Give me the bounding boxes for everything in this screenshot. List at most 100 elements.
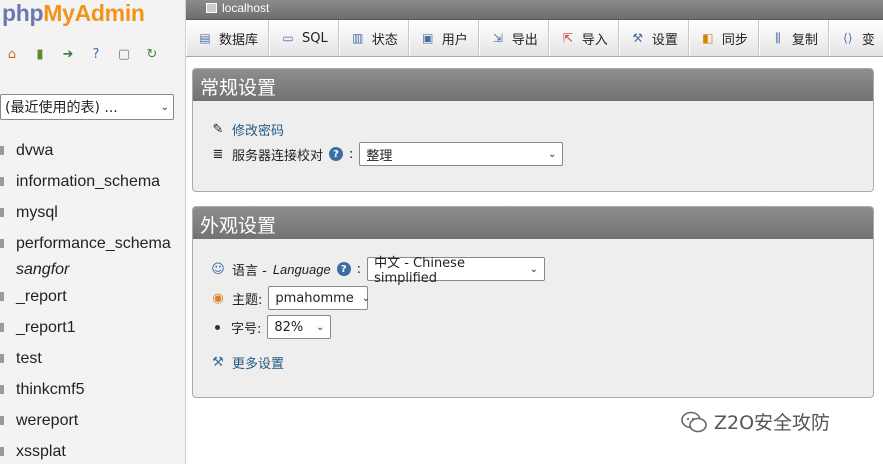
exit-icon[interactable]: ▮: [32, 46, 48, 62]
chevron-down-icon: ⌄: [548, 148, 557, 160]
logo-admin: Admin: [74, 0, 145, 26]
tab-variables[interactable]: ⟨⟩ 变: [828, 20, 883, 56]
general-settings-title: 常规设置: [193, 69, 873, 101]
database-item-xssplat[interactable]: xssplat: [0, 436, 171, 464]
replication-icon: ⫼: [775, 30, 781, 45]
tab-label: 同步: [721, 32, 748, 48]
theme-label: 主题:: [232, 292, 263, 308]
theme-value: pmahomme: [275, 290, 354, 306]
font-size-row: 字号: 82% ⌄: [210, 315, 332, 339]
help-icon[interactable]: ?: [88, 46, 104, 62]
chevron-down-icon: ⌄: [529, 263, 539, 275]
help-icon[interactable]: ?: [336, 262, 351, 276]
tab-databases[interactable]: ▤ 数据库: [186, 20, 270, 56]
language-icon: ☺: [211, 261, 225, 277]
more-settings-row: ⚒ 更多设置: [210, 353, 284, 372]
appearance-settings-panel: 外观设置 ☺ 语言 - Language ? : 中文 - Chinese si…: [192, 206, 874, 398]
collation-row: ≣ 服务器连接校对 ? : 整理 ⌄: [210, 142, 564, 166]
tab-label: 复制: [791, 32, 818, 48]
password-icon: ✎: [212, 122, 224, 137]
query-icon[interactable]: ➜: [60, 46, 76, 62]
settings-icon: ⚒: [632, 31, 644, 45]
tab-label: 导出: [511, 32, 538, 48]
collation-label: 服务器连接校对: [232, 148, 324, 164]
variables-icon: ⟨⟩: [843, 31, 853, 45]
database-item-report[interactable]: _report: [0, 281, 171, 312]
logo-my: My: [43, 0, 75, 26]
theme-palette-icon: ◉: [212, 290, 224, 306]
recent-tables-select[interactable]: (最近使用的表) ... ⌄: [0, 94, 174, 120]
tab-users[interactable]: ▣ 用户: [408, 20, 479, 56]
language-value: 中文 - Chinese simplified: [374, 256, 465, 286]
font-size-select[interactable]: 82% ⌄: [267, 315, 332, 339]
tab-sync[interactable]: ◧ 同步: [688, 20, 759, 56]
status-icon: ▥: [352, 31, 364, 45]
database-item-mysql[interactable]: mysql: [0, 197, 171, 228]
chevron-down-icon: ⌄: [160, 101, 169, 113]
language-select[interactable]: 中文 - Chinese simplified ⌄: [367, 256, 546, 286]
wechat-icon: [681, 411, 707, 432]
database-icon: ▤: [199, 31, 211, 45]
database-item-information-schema[interactable]: information_schema: [0, 166, 171, 197]
change-password-link[interactable]: 修改密码: [232, 120, 284, 139]
tab-label: SQL: [302, 30, 328, 46]
more-settings-link[interactable]: 更多设置: [232, 353, 284, 372]
database-item-performance-schema[interactable]: performance_schema: [0, 228, 171, 259]
recent-tables-value: (最近使用的表) ...: [5, 100, 118, 116]
server-breadcrumb[interactable]: localhost: [206, 1, 269, 15]
database-item-dvwa[interactable]: dvwa: [0, 135, 171, 166]
language-label-en: Language: [272, 261, 331, 277]
chevron-down-icon: ⌄: [361, 292, 371, 304]
help-icon[interactable]: ?: [329, 147, 344, 161]
font-size-label: 字号:: [231, 321, 262, 337]
collation-select[interactable]: 整理 ⌄: [359, 142, 564, 166]
tab-export[interactable]: ⇲ 导出: [478, 20, 549, 56]
theme-select[interactable]: pmahomme ⌄: [268, 286, 371, 310]
server-breadcrumb-bar: localhost: [186, 0, 883, 20]
language-label: 语言 -: [232, 263, 267, 279]
reload-icon[interactable]: ↻: [144, 46, 160, 62]
database-item-report1[interactable]: _report1: [0, 312, 171, 343]
database-list: dvwa information_schema mysql performanc…: [0, 135, 171, 464]
bullet-icon: [215, 324, 220, 330]
database-item-test[interactable]: test: [0, 343, 171, 374]
font-size-value: 82%: [274, 319, 304, 335]
chevron-down-icon: ⌄: [316, 321, 325, 333]
home-icon[interactable]: ⌂: [4, 46, 20, 62]
navigation-panel: phpMyAdmin ⌂ ▮ ➜ ? ▢ ↻ (最近使用的表) ... ⌄ dv…: [0, 0, 186, 464]
tab-label: 变: [861, 32, 875, 48]
general-settings-panel: 常规设置 ✎ 修改密码 ≣ 服务器连接校对 ? : 整理 ⌄: [192, 68, 874, 192]
watermark-text: Z2O安全攻防: [714, 412, 831, 434]
appearance-settings-title: 外观设置: [193, 207, 873, 239]
tab-label: 数据库: [219, 32, 259, 48]
colon: :: [349, 146, 354, 162]
tab-label: 用户: [441, 32, 468, 48]
quick-icons: ⌂ ▮ ➜ ? ▢ ↻: [4, 46, 160, 62]
tab-settings[interactable]: ⚒ 设置: [618, 20, 689, 56]
server-icon: [206, 3, 217, 13]
phpmyadmin-logo[interactable]: phpMyAdmin: [2, 0, 145, 27]
docs-icon[interactable]: ▢: [116, 46, 132, 62]
tab-status[interactable]: ▥ 状态: [338, 20, 409, 56]
wrench-icon: ⚒: [212, 355, 224, 370]
database-item-thinkcmf5[interactable]: thinkcmf5: [0, 374, 171, 405]
language-row: ☺ 语言 - Language ? : 中文 - Chinese simplif…: [210, 256, 546, 286]
collation-value: 整理: [366, 148, 393, 164]
users-icon: ▣: [422, 31, 434, 45]
import-icon: ⇱: [562, 31, 573, 45]
sync-icon: ◧: [702, 31, 714, 45]
tab-import[interactable]: ⇱ 导入: [548, 20, 619, 56]
tab-label: 状态: [371, 32, 398, 48]
theme-row: ◉ 主题: pmahomme ⌄: [210, 286, 371, 310]
watermark: Z2O安全攻防: [680, 408, 830, 435]
logo-php: php: [2, 0, 44, 26]
tab-sql[interactable]: ▭ SQL: [269, 20, 339, 56]
database-item-wereport[interactable]: wereport: [0, 405, 171, 436]
change-password-row: ✎ 修改密码: [210, 120, 284, 139]
export-icon: ⇲: [492, 31, 503, 45]
database-item-sangfor[interactable]: sangfor: [0, 259, 171, 281]
tab-label: 设置: [651, 32, 678, 48]
tab-replication[interactable]: ⫼ 复制: [758, 20, 829, 56]
sql-icon: ▭: [282, 31, 294, 45]
tab-label: 导入: [581, 32, 608, 48]
